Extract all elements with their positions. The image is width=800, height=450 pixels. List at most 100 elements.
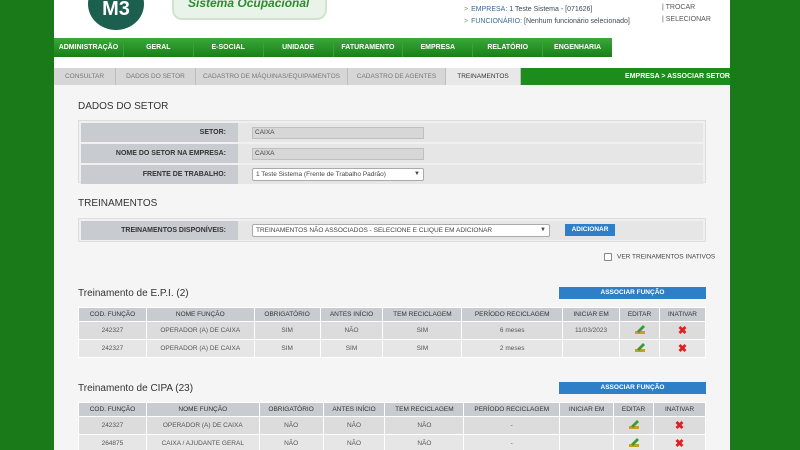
chevron-down-icon: ▼ bbox=[414, 171, 420, 177]
cell: NÃO bbox=[258, 416, 324, 435]
col-header: NOME FUNÇÃO bbox=[145, 307, 255, 322]
nav-empresa[interactable]: EMPRESA bbox=[403, 38, 474, 57]
cell: CAIXA / AJUDANTE GERAL bbox=[145, 434, 260, 450]
nav-e-social[interactable]: E-SOCIAL bbox=[193, 38, 264, 57]
cell: 242327 bbox=[78, 339, 147, 358]
form-row-setor: SETOR: CAIXA bbox=[81, 123, 703, 142]
group-epi-title: Treinamento de E.P.I. (2) bbox=[78, 288, 189, 299]
cell: - bbox=[463, 434, 561, 450]
disponiveis-label: TREINAMENTOS DISPONÍVEIS: bbox=[81, 221, 238, 240]
edit-icon[interactable] bbox=[634, 343, 645, 352]
treinamentos-select[interactable]: TREINAMENTOS NÃO ASSOCIADOS - SELECIONE … bbox=[252, 224, 550, 237]
group-cipa-title: Treinamento de CIPA (23) bbox=[78, 383, 194, 394]
funcionario-label: FUNCIONÁRIO: bbox=[471, 18, 523, 25]
cell: NÃO bbox=[319, 321, 384, 340]
empresa-value: 1 Teste Sistema - [071626] bbox=[509, 6, 593, 13]
cell: OPERADOR (A) DE CAIXA bbox=[145, 416, 260, 435]
delete-cell: ✖ bbox=[658, 339, 707, 358]
cell: 242327 bbox=[78, 416, 147, 435]
delete-cell: ✖ bbox=[653, 416, 706, 435]
treinamentos-form: TREINAMENTOS DISPONÍVEIS: TREINAMENTOS N… bbox=[78, 218, 706, 242]
tab-dados-do-setor[interactable]: DADOS DO SETOR bbox=[116, 68, 196, 85]
edit-cell bbox=[619, 339, 660, 358]
col-header: INICIAR EM bbox=[562, 307, 621, 322]
edit-cell bbox=[619, 321, 660, 340]
nav-relatorio[interactable]: RELATÓRIO bbox=[473, 38, 544, 57]
cell: OPERADOR (A) DE CAIXA bbox=[145, 339, 255, 358]
ver-inativos-label: VER TREINAMENTOS INATIVOS bbox=[617, 253, 716, 261]
nome-setor-cell: CAIXA bbox=[238, 144, 703, 163]
tab-consultar[interactable]: CONSULTAR bbox=[54, 68, 116, 85]
cell: - bbox=[463, 416, 561, 435]
chevron-down-icon: ▼ bbox=[540, 227, 546, 233]
selecionar-link[interactable]: | SELECIONAR bbox=[662, 16, 711, 23]
setor-label: SETOR: bbox=[81, 123, 238, 142]
edit-icon[interactable] bbox=[628, 438, 639, 447]
cell: NÃO bbox=[384, 434, 465, 450]
cell: 264875 bbox=[78, 434, 147, 450]
cell bbox=[559, 416, 615, 435]
table-row: 242327 OPERADOR (A) DE CAIXA NÃO NÃO NÃO… bbox=[78, 416, 706, 435]
delete-icon[interactable]: ✖ bbox=[675, 420, 684, 432]
adicionar-button[interactable]: ADICIONAR bbox=[565, 224, 615, 236]
nav-faturamento[interactable]: FATURAMENTO bbox=[333, 38, 404, 57]
table-row: 264875 CAIXA / AJUDANTE GERAL NÃO NÃO NÃ… bbox=[78, 434, 706, 450]
col-header: ANTES INÍCIO bbox=[322, 402, 386, 417]
delete-icon[interactable]: ✖ bbox=[678, 343, 687, 355]
col-header: EDITAR bbox=[619, 307, 660, 322]
nome-setor-field[interactable]: CAIXA bbox=[252, 148, 424, 160]
breadcrumb: EMPRESA > ASSOCIAR SETOR bbox=[625, 73, 730, 80]
trocar-link[interactable]: | TROCAR bbox=[662, 4, 695, 11]
delete-icon[interactable]: ✖ bbox=[675, 438, 684, 450]
nav-administracao[interactable]: ADMINISTRAÇÃO bbox=[54, 38, 124, 57]
edit-icon[interactable] bbox=[628, 420, 639, 429]
table-header: COD. FUNÇÃO NOME FUNÇÃO OBRIGATÓRIO ANTE… bbox=[78, 402, 706, 417]
nav-unidade[interactable]: UNIDADE bbox=[263, 38, 334, 57]
table-header: COD. FUNÇÃO NOME FUNÇÃO OBRIGATÓRIO ANTE… bbox=[78, 307, 707, 322]
sub-nav: CONSULTAR DADOS DO SETOR CADASTRO DE MÁQ… bbox=[54, 68, 730, 85]
col-header: PERÍODO RECICLAGEM bbox=[461, 307, 564, 322]
treinamentos-title: TREINAMENTOS bbox=[78, 198, 158, 209]
edit-cell bbox=[613, 434, 655, 450]
dados-setor-form: SETOR: CAIXA NOME DO SETOR NA EMPRESA: C… bbox=[78, 120, 706, 184]
edit-icon[interactable] bbox=[634, 325, 645, 334]
frente-select[interactable]: 1 Teste Sistema (Frente de Trabalho Padr… bbox=[252, 168, 424, 181]
nav-engenharia[interactable]: ENGENHARIA bbox=[543, 38, 612, 57]
col-header: COD. FUNÇÃO bbox=[78, 402, 147, 417]
cell: SIM bbox=[382, 339, 463, 358]
company-info: > EMPRESA: 1 Teste Sistema - [071626] > FU… bbox=[464, 4, 630, 28]
delete-cell: ✖ bbox=[658, 321, 707, 340]
col-header: OBRIGATÓRIO bbox=[258, 402, 324, 417]
col-header: COD. FUNÇÃO bbox=[78, 307, 147, 322]
cell: 11/03/2023 bbox=[562, 321, 621, 340]
nav-geral[interactable]: GERAL bbox=[123, 38, 194, 57]
delete-icon[interactable]: ✖ bbox=[678, 325, 687, 337]
col-header: PERÍODO RECICLAGEM bbox=[463, 402, 561, 417]
associar-funcao-button[interactable]: ASSOCIAR FUNÇÃO bbox=[559, 287, 706, 299]
col-header: INATIVAR bbox=[658, 307, 707, 322]
cell: SIM bbox=[319, 339, 384, 358]
tab-treinamentos[interactable]: TREINAMENTOS bbox=[446, 68, 521, 85]
col-header: ANTES INÍCIO bbox=[319, 307, 384, 322]
main-nav: ADMINISTRAÇÃO GERAL E-SOCIAL UNIDADE FAT… bbox=[54, 38, 612, 57]
col-header: INATIVAR bbox=[653, 402, 706, 417]
table-row: 242327 OPERADOR (A) DE CAIXA SIM NÃO SIM… bbox=[78, 321, 707, 340]
ver-inativos-toggle[interactable]: VER TREINAMENTOS INATIVOS bbox=[604, 253, 715, 261]
cell: SIM bbox=[382, 321, 463, 340]
tab-cadastro-maquinas[interactable]: CADASTRO DE MÁQUINAS/EQUIPAMENTOS bbox=[196, 68, 348, 85]
setor-field[interactable]: CAIXA bbox=[252, 127, 424, 139]
checkbox[interactable] bbox=[604, 253, 612, 261]
cipa-table: COD. FUNÇÃO NOME FUNÇÃO OBRIGATÓRIO ANTE… bbox=[78, 402, 706, 450]
edit-cell bbox=[613, 416, 655, 435]
frente-value: 1 Teste Sistema (Frente de Trabalho Padr… bbox=[256, 171, 386, 178]
associar-funcao-button[interactable]: ASSOCIAR FUNÇÃO bbox=[559, 382, 706, 394]
system-name-badge: Sistema Ocupacional bbox=[172, 0, 327, 20]
frente-label: FRENTE DE TRABALHO: bbox=[81, 165, 238, 184]
header: M3 Sistema Ocupacional > EMPRESA: 1 Teste… bbox=[54, 0, 730, 38]
cell: NÃO bbox=[384, 416, 465, 435]
tab-cadastro-agentes[interactable]: CADASTRO DE AGENTES bbox=[348, 68, 446, 85]
treinamentos-select-value: TREINAMENTOS NÃO ASSOCIADOS - SELECIONE … bbox=[256, 227, 493, 234]
form-row-nome-setor: NOME DO SETOR NA EMPRESA: CAIXA bbox=[81, 144, 703, 163]
frente-cell: 1 Teste Sistema (Frente de Trabalho Padr… bbox=[238, 165, 703, 184]
col-header: EDITAR bbox=[613, 402, 655, 417]
